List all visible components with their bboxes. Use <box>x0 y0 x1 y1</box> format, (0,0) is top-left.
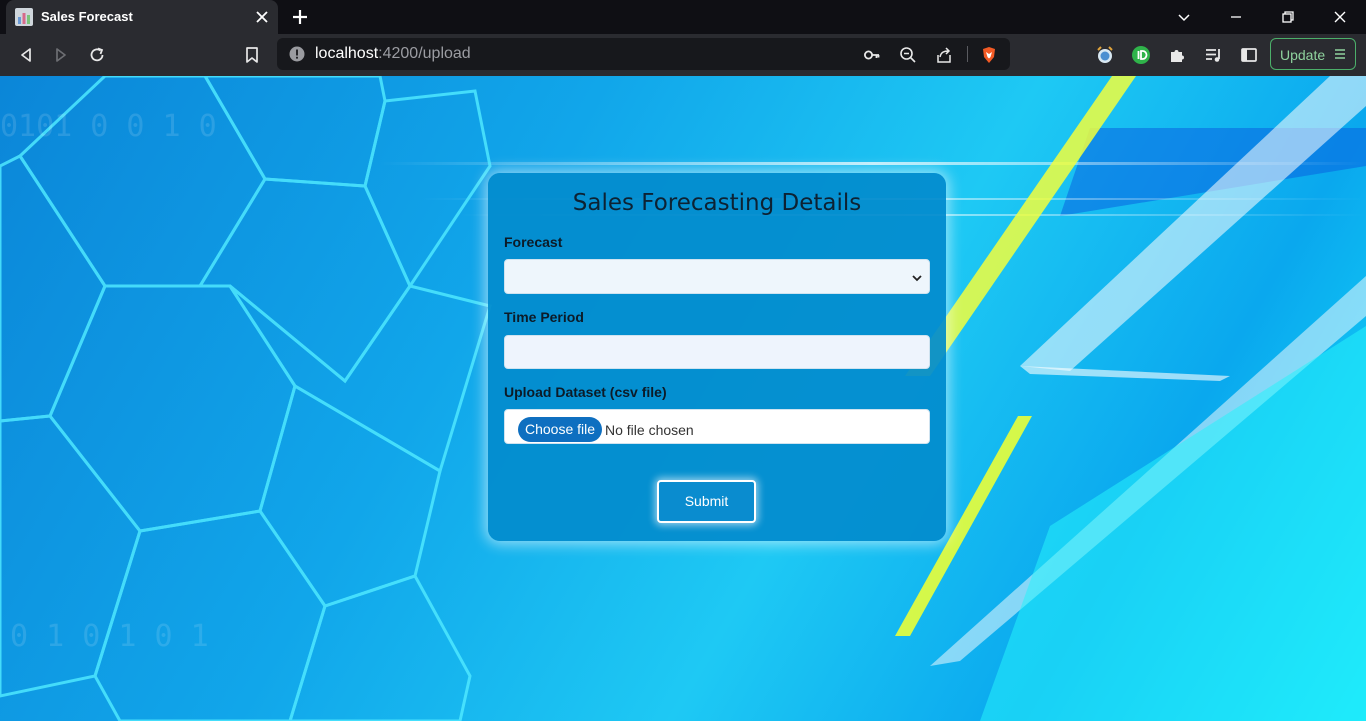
share-icon[interactable] <box>935 46 953 64</box>
address-bar[interactable]: localhost:4200/upload <box>277 38 1010 70</box>
reload-icon[interactable] <box>87 45 107 65</box>
sidebar-icon[interactable] <box>1239 45 1259 65</box>
brave-shield-icon[interactable] <box>980 46 998 64</box>
sales-forecast-form: Sales Forecasting Details Forecast Time … <box>488 173 946 541</box>
zoom-out-icon[interactable] <box>899 46 917 64</box>
window-close-icon[interactable] <box>1332 9 1348 25</box>
key-icon[interactable] <box>863 46 881 64</box>
tab-strip: Sales Forecast <box>0 0 1366 34</box>
submit-button[interactable]: Submit <box>657 480 756 523</box>
url-text: localhost:4200/upload <box>315 45 471 63</box>
form-title: Sales Forecasting Details <box>572 190 862 216</box>
menu-icon <box>1335 49 1345 59</box>
url-separator <box>967 46 968 62</box>
forward-icon[interactable] <box>51 45 71 65</box>
file-status-text: No file chosen <box>605 422 694 438</box>
extension-green-icon[interactable] <box>1131 45 1151 65</box>
time-period-label: Time Period <box>504 309 584 325</box>
dataset-file-input[interactable]: Choose file No file chosen <box>504 409 930 444</box>
url-host: localhost <box>315 45 379 62</box>
new-tab-icon[interactable] <box>290 7 310 27</box>
forecast-select[interactable] <box>504 259 930 294</box>
update-label: Update <box>1280 47 1326 63</box>
update-button[interactable]: Update <box>1270 38 1356 70</box>
bookmark-icon[interactable] <box>242 45 262 65</box>
media-queue-icon[interactable] <box>1203 45 1223 65</box>
chevron-down-icon[interactable] <box>1176 9 1192 25</box>
tab-title: Sales Forecast <box>41 9 133 24</box>
forecast-label: Forecast <box>504 234 563 250</box>
upload-dataset-label: Upload Dataset (csv file) <box>504 384 667 400</box>
minimize-icon[interactable] <box>1228 9 1244 25</box>
site-info-icon[interactable] <box>289 46 305 62</box>
page-viewport: 0101 0 0 1 0 0 1 0 1 0 1 Sales Forecasti… <box>0 76 1366 721</box>
chevron-down-icon <box>912 275 922 282</box>
chart-favicon-icon <box>15 8 33 26</box>
browser-toolbar: localhost:4200/upload Update <box>0 34 1366 76</box>
time-period-input[interactable] <box>504 335 930 369</box>
url-path: :4200/upload <box>378 45 471 62</box>
close-icon[interactable] <box>254 9 270 25</box>
back-icon[interactable] <box>16 45 36 65</box>
browser-tab[interactable]: Sales Forecast <box>6 0 278 34</box>
extension-alarm-icon[interactable] <box>1095 45 1115 65</box>
extensions-puzzle-icon[interactable] <box>1167 45 1187 65</box>
choose-file-button[interactable]: Choose file <box>518 417 603 442</box>
svg-text:0101 0 0 1 0: 0101 0 0 1 0 <box>0 109 217 144</box>
restore-icon[interactable] <box>1280 9 1296 25</box>
svg-text:0 1 0 1 0 1: 0 1 0 1 0 1 <box>10 619 209 654</box>
